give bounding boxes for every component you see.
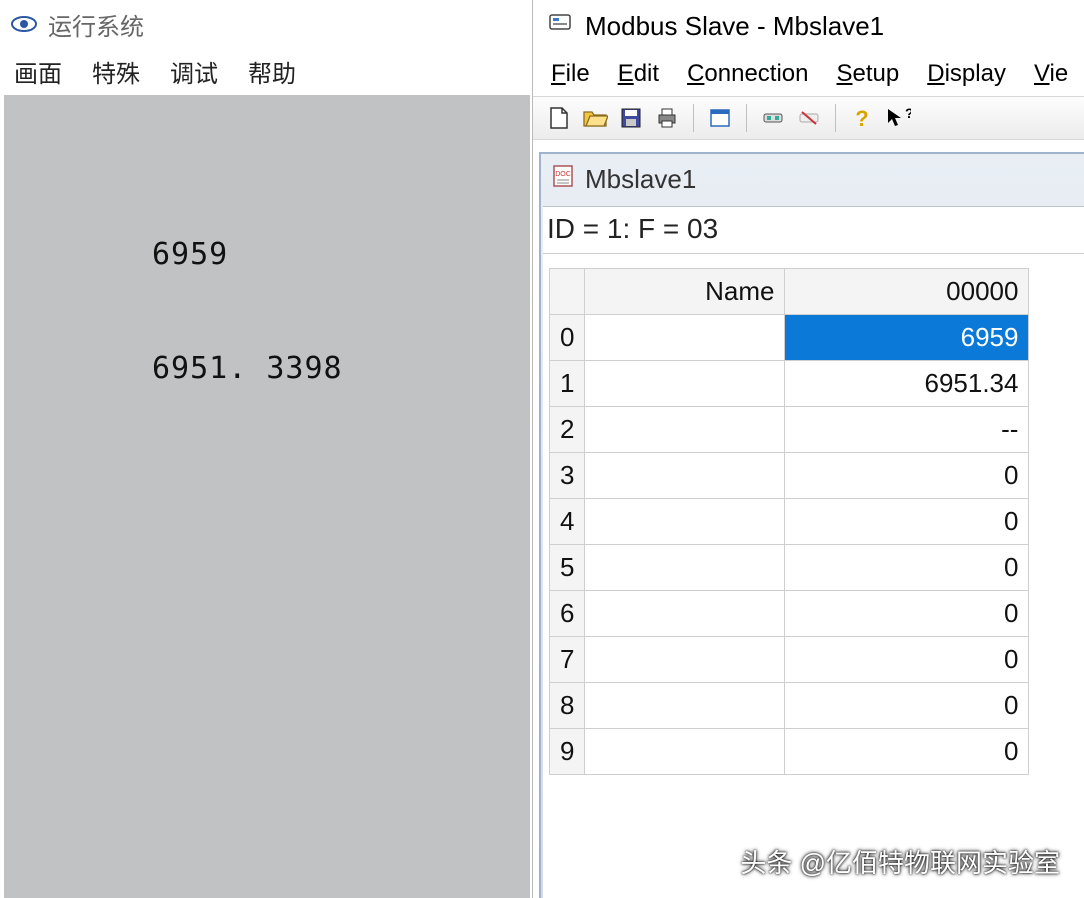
row-header[interactable]: 9 [550,729,585,775]
cell-value[interactable]: 0 [785,453,1029,499]
connect-icon[interactable] [757,102,789,134]
child-window-titlebar: DOC Mbslave1 [541,154,1084,204]
cell-name[interactable] [585,315,785,361]
menu-setup[interactable]: Setup [837,60,900,88]
cell-value[interactable]: 6951.34 [785,361,1029,407]
toolbar: ? ? [533,96,1084,140]
display-value-2: 6951. 3398 [152,351,343,386]
table-row[interactable]: 0 6959 [550,315,1029,361]
svg-text:DOC: DOC [555,171,571,178]
cell-value[interactable]: 0 [785,637,1029,683]
menu-help[interactable]: 帮助 [248,54,296,89]
app-icon [547,10,573,43]
cell-value[interactable]: 0 [785,683,1029,729]
menu-display[interactable]: Display [927,60,1006,88]
col-header-value[interactable]: 00000 [785,269,1029,315]
row-header[interactable]: 5 [550,545,585,591]
cell-value[interactable]: 0 [785,729,1029,775]
table-row[interactable]: 2 -- [550,407,1029,453]
svg-text:?: ? [855,106,868,130]
left-menubar: 画面 特殊 调试 帮助 [0,48,530,94]
child-window-body: ID = 1: F = 03 Name 00000 0695916951.342… [543,206,1084,898]
cell-name[interactable] [585,361,785,407]
table-row[interactable]: 90 [550,729,1029,775]
table-row[interactable]: 70 [550,637,1029,683]
document-icon: DOC [551,163,575,196]
table-row[interactable]: 1 6951.34 [550,361,1029,407]
cell-value[interactable]: -- [785,407,1029,453]
cell-name[interactable] [585,545,785,591]
menu-special[interactable]: 特殊 [92,54,140,89]
cell-value[interactable]: 6959 [785,315,1029,361]
menu-file[interactable]: File [551,60,590,88]
menu-edit[interactable]: Edit [618,60,659,88]
menu-picture[interactable]: 画面 [14,54,62,89]
cell-value[interactable]: 0 [785,591,1029,637]
disconnect-icon[interactable] [793,102,825,134]
register-table[interactable]: Name 00000 0695916951.342--3040506070809… [549,268,1029,775]
menu-debug[interactable]: 调试 [170,54,218,89]
right-menubar: File Edit Connection Setup Display Vie [533,52,1084,96]
right-window-title: Modbus Slave - Mbslave1 [585,11,884,42]
table-corner [550,269,585,315]
print-icon[interactable] [651,102,683,134]
new-icon[interactable] [543,102,575,134]
cell-name[interactable] [585,453,785,499]
row-header[interactable]: 8 [550,683,585,729]
open-icon[interactable] [579,102,611,134]
cell-value[interactable]: 0 [785,545,1029,591]
row-header[interactable]: 7 [550,637,585,683]
row-header[interactable]: 4 [550,499,585,545]
right-window: Modbus Slave - Mbslave1 File Edit Connec… [532,0,1084,898]
whatsthis-icon[interactable]: ? [882,102,914,134]
row-header[interactable]: 0 [550,315,585,361]
eye-icon [10,14,38,34]
table-row[interactable]: 50 [550,545,1029,591]
menu-connection[interactable]: Connection [687,60,808,88]
table-row[interactable]: 40 [550,499,1029,545]
right-titlebar: Modbus Slave - Mbslave1 [533,0,1084,52]
left-titlebar: 运行系统 [0,0,530,48]
table-row[interactable]: 30 [550,453,1029,499]
table-row[interactable]: 80 [550,683,1029,729]
cell-name[interactable] [585,729,785,775]
row-header[interactable]: 3 [550,453,585,499]
cell-name[interactable] [585,683,785,729]
window-icon[interactable] [704,102,736,134]
toolbar-separator [693,104,694,132]
cell-name[interactable] [585,591,785,637]
help-icon[interactable]: ? [846,102,878,134]
status-line: ID = 1: F = 03 [543,207,1084,254]
display-value-1: 6959 [152,237,228,272]
cell-value[interactable]: 0 [785,499,1029,545]
col-header-name[interactable]: Name [585,269,785,315]
menu-view[interactable]: Vie [1034,60,1068,88]
cell-name[interactable] [585,637,785,683]
cell-name[interactable] [585,499,785,545]
cell-name[interactable] [585,407,785,453]
save-icon[interactable] [615,102,647,134]
row-header[interactable]: 6 [550,591,585,637]
left-canvas: 6959 6951. 3398 [4,95,530,898]
row-header[interactable]: 2 [550,407,585,453]
child-window-title: Mbslave1 [585,164,696,195]
svg-text:?: ? [905,106,911,121]
toolbar-separator [746,104,747,132]
row-header[interactable]: 1 [550,361,585,407]
mdi-area: DOC Mbslave1 ID = 1: F = 03 Name 00000 0… [539,152,1084,898]
toolbar-separator [835,104,836,132]
left-window: 运行系统 画面 特殊 调试 帮助 6959 6951. 3398 [0,0,530,898]
watermark: 头条 @亿佰特物联网实验室 [740,843,1060,880]
table-row[interactable]: 60 [550,591,1029,637]
left-window-title: 运行系统 [48,7,144,42]
